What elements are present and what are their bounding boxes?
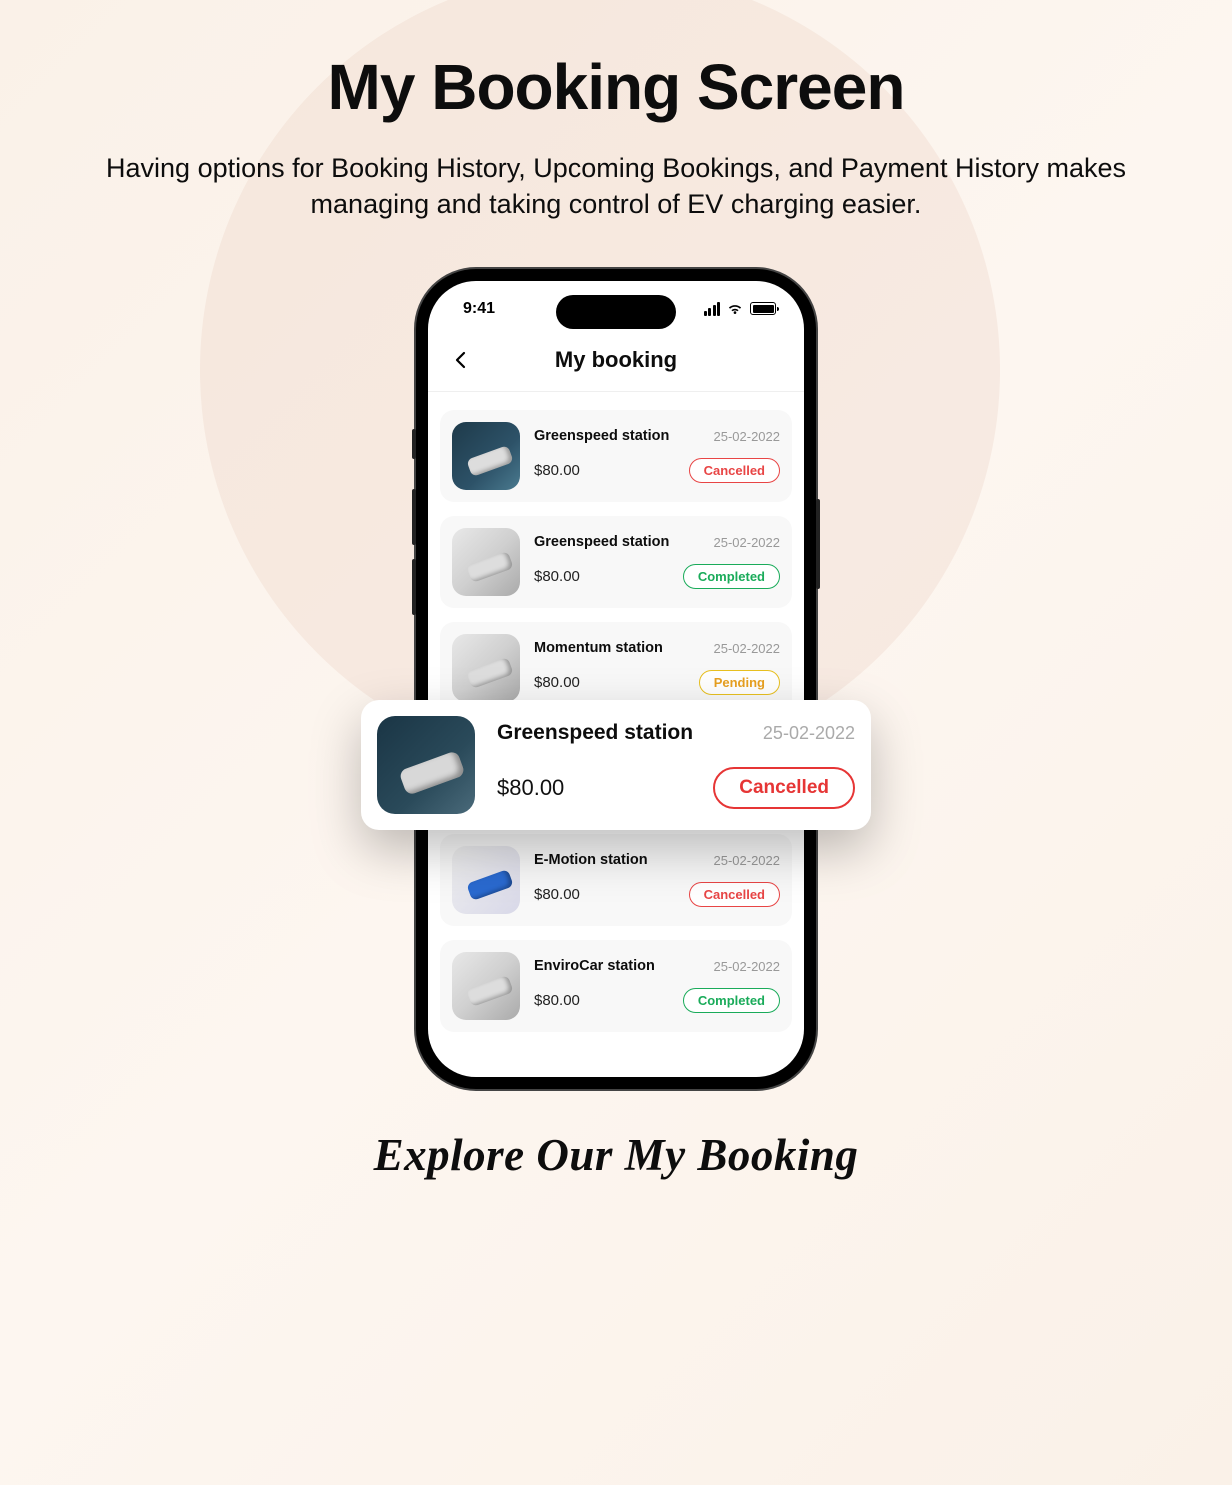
status-badge: Cancelled <box>689 882 780 907</box>
status-time: 9:41 <box>463 300 495 318</box>
booking-date: 25-02-2022 <box>763 723 855 744</box>
booking-date: 25-02-2022 <box>714 959 781 974</box>
booking-card[interactable]: Greenspeed station 25-02-2022 $80.00 Cancel… <box>440 410 792 502</box>
station-thumbnail <box>452 634 520 702</box>
phone-volume-up-button <box>412 489 416 545</box>
booking-date: 25-02-2022 <box>714 853 781 868</box>
booking-date: 25-02-2022 <box>714 641 781 656</box>
cellular-signal-icon <box>704 302 721 316</box>
app-header: My booking <box>428 337 804 392</box>
station-name: Greenspeed station <box>534 534 669 550</box>
booking-price: $80.00 <box>534 992 580 1009</box>
status-icons <box>704 302 777 316</box>
phone-screen: 9:41 My booking Greenspeed station 25-02-… <box>428 281 804 1077</box>
booking-date: 25-02-2022 <box>714 535 781 550</box>
dynamic-island <box>556 295 676 329</box>
station-thumbnail <box>377 716 475 814</box>
phone-frame: 9:41 My booking Greenspeed station 25-02-… <box>416 269 816 1089</box>
phone-volume-down-button <box>412 559 416 615</box>
booking-card[interactable]: E-Motion station 25-02-2022 $80.00 Cancelle… <box>440 834 792 926</box>
app-title: My booking <box>448 347 784 373</box>
page-title: My Booking Screen <box>0 50 1232 124</box>
booking-price: $80.00 <box>534 568 580 585</box>
status-badge: Pending <box>699 670 780 695</box>
status-badge: Completed <box>683 988 780 1013</box>
booking-price: $80.00 <box>534 886 580 903</box>
station-name: Greenspeed station <box>497 721 693 745</box>
page-subtitle: Having options for Booking History, Upco… <box>0 150 1232 223</box>
booking-price: $80.00 <box>534 462 580 479</box>
booking-card[interactable]: Greenspeed station 25-02-2022 $80.00 Comple… <box>440 516 792 608</box>
station-thumbnail <box>452 422 520 490</box>
booking-date: 25-02-2022 <box>714 429 781 444</box>
status-badge: Cancelled <box>689 458 780 483</box>
phone-power-button <box>816 499 820 589</box>
station-thumbnail <box>452 528 520 596</box>
station-thumbnail <box>452 846 520 914</box>
booking-price: $80.00 <box>534 674 580 691</box>
station-name: Momentum station <box>534 640 663 656</box>
station-name: E-Motion station <box>534 852 648 868</box>
booking-price: $80.00 <box>497 775 564 801</box>
status-badge: Completed <box>683 564 780 589</box>
status-badge: Cancelled <box>713 767 855 809</box>
booking-card-highlight[interactable]: Greenspeed station 25-02-2022 $80.00 Can… <box>361 700 871 830</box>
station-thumbnail <box>452 952 520 1020</box>
phone-side-button <box>412 429 416 459</box>
station-name: Greenspeed station <box>534 428 669 444</box>
booking-card[interactable]: EnviroCar station 25-02-2022 $80.00 Complet… <box>440 940 792 1032</box>
station-name: EnviroCar station <box>534 958 655 974</box>
wifi-icon <box>726 302 744 316</box>
battery-icon <box>750 302 776 315</box>
footer-tagline: Explore Our My Booking <box>0 1129 1232 1181</box>
